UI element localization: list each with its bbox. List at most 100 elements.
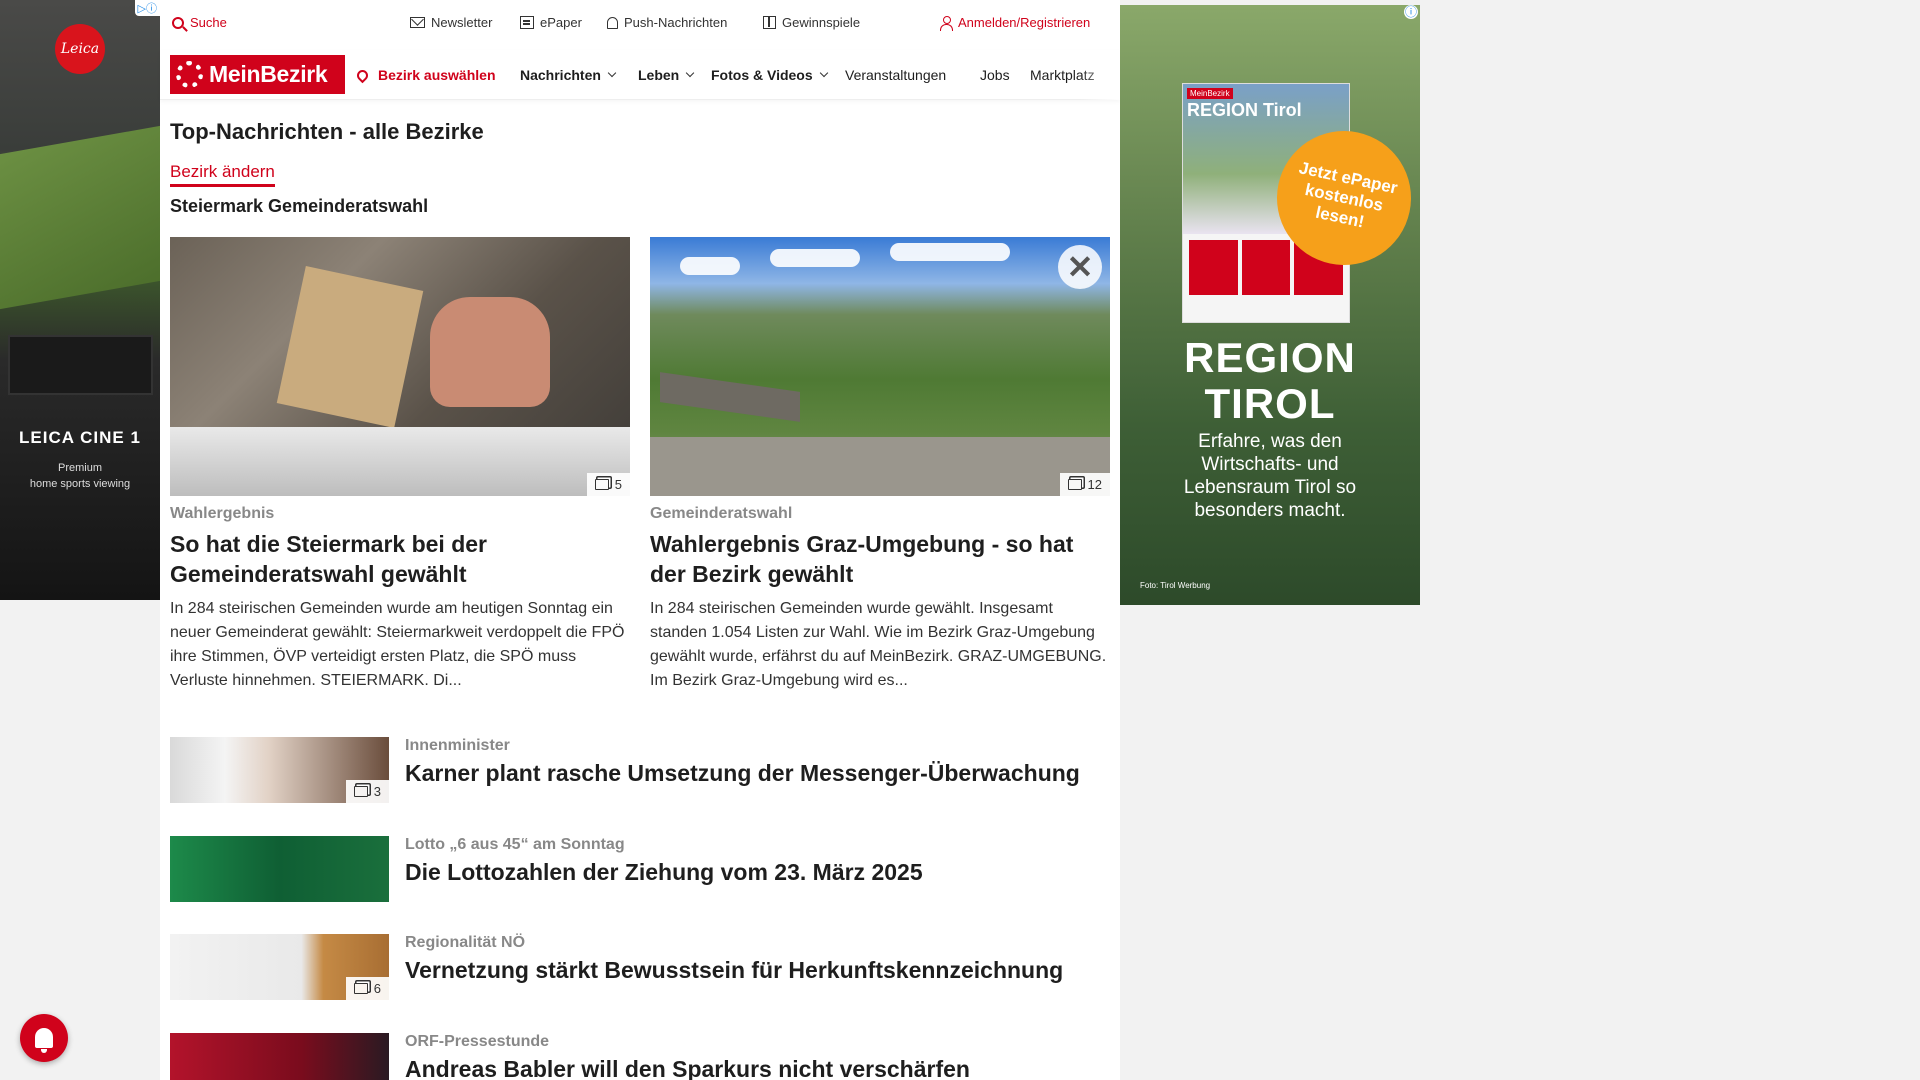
right-skyscraper-ad[interactable]: ⓘ MeinBezirk REGION Tirol Jetzt ePaper k… (1120, 5, 1420, 605)
ad-left-subtitle: Premium home sports viewing (0, 460, 160, 492)
article-headline[interactable]: Wahlergebnis Graz-Umgebung - so hat der … (650, 529, 1110, 589)
gewinnspiele-label: Gewinnspiele (782, 15, 861, 30)
gewinnspiele-link[interactable]: Gewinnspiele (763, 15, 860, 30)
change-bezirk-link[interactable]: Bezirk ändern (170, 162, 275, 187)
bezirk-select[interactable]: Bezirk auswählen (354, 67, 496, 83)
list-item-image[interactable] (170, 836, 389, 902)
nav-fotos-videos[interactable]: Fotos & Videos (711, 67, 828, 83)
mail-icon (410, 17, 425, 28)
list-item-headline[interactable]: Karner plant rasche Umsetzung der Messen… (405, 760, 1110, 787)
left-skyscraper-ad[interactable]: ▷ⓘ Leica LEICA CINE 1 Premium home sport… (0, 0, 160, 600)
image-count: 3 (373, 784, 381, 799)
nav-leben-label: Leben (638, 67, 680, 83)
gift-icon (763, 16, 776, 29)
image-count: 5 (614, 477, 622, 492)
article-card[interactable]: ✕ 12 Gemeinderatswahl Wahlergebnis Graz-… (650, 237, 1110, 693)
list-item-image[interactable]: 6 (170, 934, 389, 1000)
nav-nachrichten[interactable]: Nachrichten (520, 67, 617, 83)
login-label: Anmelden/Registrieren (958, 15, 1091, 30)
ad-right-headline-line2: TIROL (1204, 380, 1336, 427)
article-card[interactable]: 5 Wahlergebnis So hat die Steiermark bei… (170, 237, 630, 693)
image-envelope (276, 266, 424, 428)
ad-info-icon[interactable]: ⓘ (1404, 5, 1418, 19)
user-icon (940, 15, 953, 31)
list-item-text: ORF-Pressestunde Andreas Babler will den… (405, 1033, 1110, 1080)
list-item-image[interactable]: 3 (170, 737, 389, 803)
ad-tv-image (8, 335, 153, 395)
newsletter-label: Newsletter (431, 15, 493, 30)
push-link[interactable]: Push-Nachrichten (607, 15, 727, 30)
gallery-icon (1067, 479, 1082, 490)
search-link[interactable]: Suche (172, 15, 227, 30)
newspaper-icon (520, 16, 534, 29)
list-item[interactable]: ORF-Pressestunde Andreas Babler will den… (170, 1033, 1110, 1080)
meinbezirk-logo[interactable]: MeinBezirk (170, 55, 345, 94)
image-count-badge: 12 (1059, 473, 1110, 496)
bezirk-label: Bezirk auswählen (378, 67, 496, 83)
article-kicker: Gemeinderatswahl (650, 505, 793, 522)
list-item-text: Innenminister Karner plant rasche Umsetz… (405, 737, 1110, 787)
ad-right-headline-line1: REGION (1184, 334, 1356, 381)
list-item-kicker: Regionalität NÖ (405, 934, 526, 951)
magazine-brand: MeinBezirk (1187, 88, 1233, 99)
list-item-kicker: Lotto „6 aus 45“ am Sonntag (405, 836, 625, 853)
newsletter-link[interactable]: Newsletter (410, 15, 492, 30)
list-item-text: Regionalität NÖ Vernetzung stärkt Bewuss… (405, 934, 1110, 984)
ad-info-icon[interactable]: ▷ⓘ (134, 0, 160, 16)
nav-leben[interactable]: Leben (638, 67, 695, 83)
notification-bell-button[interactable] (20, 1014, 68, 1062)
close-icon[interactable]: ✕ (1058, 245, 1102, 289)
list-item-image[interactable] (170, 1033, 389, 1080)
chevron-down-icon (607, 68, 617, 78)
article-image[interactable]: ✕ 12 (650, 237, 1110, 496)
search-icon (172, 16, 184, 29)
push-label: Push-Nachrichten (624, 15, 728, 30)
ad-right-subtitle: Erfahre, was den Wirtschafts- und Lebens… (1183, 431, 1357, 521)
epaper-link[interactable]: ePaper (520, 15, 582, 30)
ad-field-image (0, 125, 160, 310)
list-item-text: Lotto „6 aus 45“ am Sonntag Die Lottozah… (405, 836, 1110, 886)
list-item-kicker: ORF-Pressestunde (405, 1033, 550, 1050)
section-title: Steiermark Gemeinderatswahl (170, 196, 429, 216)
list-item-headline[interactable]: Vernetzung stärkt Bewusstsein für Herkun… (405, 957, 1110, 984)
login-link[interactable]: Anmelden/Registrieren (940, 15, 1091, 31)
image-cloud (770, 249, 860, 267)
nav-nachrichten-label: Nachrichten (520, 67, 601, 83)
nav-veranstaltungen-label: Veranstaltungen (845, 67, 947, 83)
article-image[interactable]: 5 (170, 237, 630, 496)
list-item[interactable]: Lotto „6 aus 45“ am Sonntag Die Lottozah… (170, 836, 1110, 902)
list-item-headline[interactable]: Die Lottozahlen der Ziehung vom 23. März… (405, 859, 1110, 886)
ad-left-subtitle-line1: Premium (57, 462, 102, 474)
nav-veranstaltungen[interactable]: Veranstaltungen (845, 67, 946, 83)
ad-left-title: LEICA CINE 1 (19, 428, 141, 447)
main-navigation: MeinBezirk Bezirk auswählen Nachrichten … (160, 50, 1120, 100)
list-item[interactable]: 6 Regionalität NÖ Vernetzung stärkt Bewu… (170, 934, 1110, 1000)
list-item-headline[interactable]: Andreas Babler will den Sparkurs nicht v… (405, 1056, 1110, 1080)
list-item-kicker: Innenminister (405, 737, 510, 754)
article-teaser: In 284 steirischen Gemeinden wurde am he… (170, 600, 625, 689)
magazine-title: REGION Tirol (1187, 100, 1302, 120)
gallery-icon (353, 983, 368, 994)
magazine-thumbnail (1189, 240, 1238, 295)
logo-text: MeinBezirk (209, 61, 328, 87)
image-cloud (680, 257, 740, 275)
nav-jobs-label: Jobs (980, 67, 1010, 83)
bell-icon (35, 1028, 53, 1053)
ad-right-headline: REGION TIROL (1120, 335, 1420, 427)
main-column: Suche Newsletter ePaper Push-Nachrichten… (160, 0, 1120, 1080)
chevron-down-icon (685, 68, 695, 78)
page: ▷ⓘ Leica LEICA CINE 1 Premium home sport… (0, 0, 1920, 1080)
ad-left-subtitle-line2: home sports viewing (29, 478, 131, 490)
image-ballot-box (170, 427, 630, 496)
bell-icon (607, 16, 618, 29)
image-count: 12 (1087, 477, 1102, 492)
nav-jobs[interactable]: Jobs (980, 67, 1010, 83)
image-hand (430, 297, 550, 407)
chevron-down-icon (819, 68, 828, 78)
nav-fotos-videos-label: Fotos & Videos (711, 67, 813, 83)
image-rock (650, 437, 1110, 496)
article-headline[interactable]: So hat die Steiermark bei der Gemeindera… (170, 529, 630, 589)
list-item[interactable]: 3 Innenminister Karner plant rasche Umse… (170, 737, 1110, 803)
magazine-thumbnail (1241, 240, 1291, 295)
image-bench (660, 372, 800, 422)
